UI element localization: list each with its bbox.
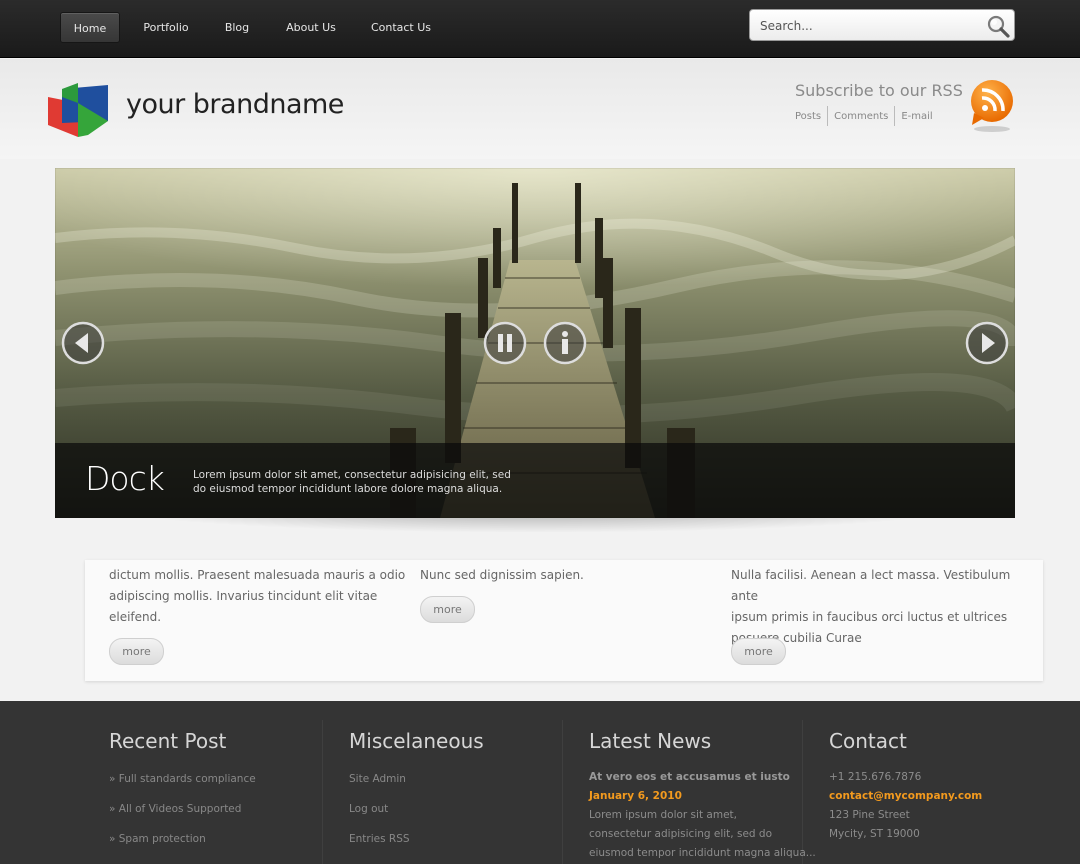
slide-caption: Dock Lorem ipsum dolor sit amet, consect… bbox=[55, 443, 1015, 518]
nav-contact-us[interactable]: Contact Us bbox=[362, 12, 440, 43]
footer-divider bbox=[562, 720, 563, 864]
rss-icon[interactable] bbox=[968, 79, 1016, 133]
brand-name[interactable]: your brandname bbox=[126, 89, 344, 120]
contact-phone: +1 215.676.7876 bbox=[829, 771, 922, 783]
content-column-3: Nulla facilisi. Aenean a lect massa. Ves… bbox=[731, 565, 1031, 649]
footer-news-title: Latest News bbox=[589, 729, 712, 753]
next-arrow-icon[interactable] bbox=[965, 321, 1009, 365]
site-header: your brandname Subscribe to our RSS Post… bbox=[0, 59, 1080, 159]
content-column-1: dictum mollis. Praesent malesuada mauris… bbox=[109, 565, 409, 628]
footer-recent-post-link[interactable]: » Full standards compliance bbox=[109, 773, 256, 785]
contact-street: 123 Pine Street bbox=[829, 809, 910, 821]
footer-recent-post-title: Recent Post bbox=[109, 729, 227, 753]
column-1-line: eleifend. bbox=[109, 610, 162, 624]
footer-site-admin-link[interactable]: Site Admin bbox=[349, 773, 406, 785]
top-navigation: Home Portfolio Blog About Us Contact Us bbox=[0, 0, 1080, 58]
brand-logo[interactable] bbox=[48, 83, 110, 137]
rss-email-link[interactable]: E-mail bbox=[894, 106, 938, 126]
rss-comments-link[interactable]: Comments bbox=[827, 106, 894, 126]
more-button-1[interactable]: more bbox=[109, 638, 164, 665]
nav-home[interactable]: Home bbox=[60, 12, 120, 43]
column-3-line: ipsum primis in faucibus orci luctus et … bbox=[731, 610, 1008, 624]
footer-divider bbox=[802, 720, 803, 864]
previous-arrow-icon[interactable] bbox=[61, 321, 105, 365]
column-1-line: dictum mollis. Praesent malesuada mauris… bbox=[109, 568, 406, 582]
nav-about-us[interactable]: About Us bbox=[278, 12, 344, 43]
rss-links: Posts Comments E-mail bbox=[795, 106, 939, 126]
footer-misc-title: Miscelaneous bbox=[349, 729, 484, 753]
search-box bbox=[749, 9, 1015, 41]
contact-city: Mycity, ST 19000 bbox=[829, 828, 920, 840]
more-button-2[interactable]: more bbox=[420, 596, 475, 623]
site-footer: Recent Post » Full standards compliance … bbox=[0, 701, 1080, 864]
rss-posts-link[interactable]: Posts bbox=[795, 106, 827, 126]
image-slider: Dock Lorem ipsum dolor sit amet, consect… bbox=[55, 168, 1015, 518]
column-1-line: adipiscing mollis. Invarius tincidunt el… bbox=[109, 589, 378, 603]
news-body-line: Lorem ipsum dolor sit amet, bbox=[589, 809, 737, 821]
news-body-line: consectetur adipisicing elit, sed do bbox=[589, 828, 773, 840]
pause-icon[interactable] bbox=[483, 321, 527, 365]
footer-recent-post-link[interactable]: » Spam protection bbox=[109, 833, 206, 845]
column-2-line: Nunc sed dignissim sapien. bbox=[420, 568, 584, 582]
footer-recent-post-link[interactable]: » All of Videos Supported bbox=[109, 803, 241, 815]
news-headline[interactable]: At vero eos et accusamus et iusto bbox=[589, 771, 790, 783]
content-column-2: Nunc sed dignissim sapien. bbox=[420, 565, 720, 586]
contact-email-link[interactable]: contact@mycompany.com bbox=[829, 790, 982, 802]
nav-blog[interactable]: Blog bbox=[212, 12, 262, 43]
footer-contact-title: Contact bbox=[829, 729, 907, 753]
slide-caption-title: Dock bbox=[85, 459, 165, 498]
more-button-3[interactable]: more bbox=[731, 638, 786, 665]
search-icon[interactable] bbox=[985, 13, 1011, 39]
footer-log-out-link[interactable]: Log out bbox=[349, 803, 388, 815]
footer-divider bbox=[322, 720, 323, 864]
rss-title: Subscribe to our RSS bbox=[795, 81, 963, 100]
slide-caption-text: Lorem ipsum dolor sit amet, consectetur … bbox=[193, 469, 511, 495]
news-body-line: eiusmod tempor incididunt magna aliqua..… bbox=[589, 847, 816, 859]
info-icon[interactable] bbox=[543, 321, 587, 365]
nav-portfolio[interactable]: Portfolio bbox=[136, 12, 196, 43]
news-date: January 6, 2010 bbox=[589, 790, 682, 802]
search-input[interactable] bbox=[760, 16, 980, 36]
column-3-line: Nulla facilisi. Aenean a lect massa. Ves… bbox=[731, 568, 1011, 603]
footer-entries-rss-link[interactable]: Entries RSS bbox=[349, 833, 410, 845]
